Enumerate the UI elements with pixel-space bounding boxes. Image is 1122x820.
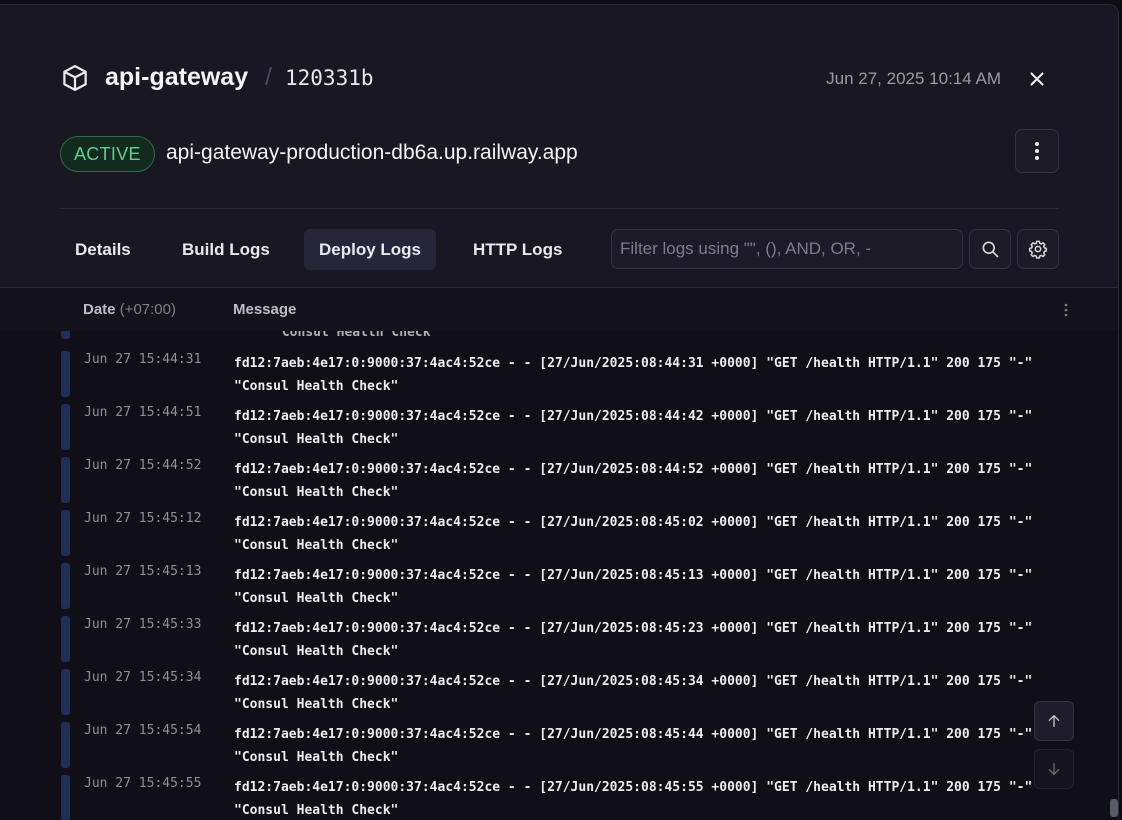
log-message: fd12:7aeb:4e17:0:9000:37:4ac4:52ce - - […: [234, 568, 1041, 606]
log-row[interactable]: Jun 27 15:44:52 fd12:7aeb:4e17:0:9000:37:…: [0, 457, 1118, 507]
log-date: Jun 27 15:45:54: [84, 723, 202, 738]
cube-icon: [63, 65, 87, 91]
tab-http-logs[interactable]: HTTP Logs: [458, 229, 577, 270]
log-row-marker: [61, 563, 70, 609]
tab-deploy-logs[interactable]: Deploy Logs: [304, 229, 437, 270]
log-row[interactable]: Jun 27 15:45:13 fd12:7aeb:4e17:0:9000:37:…: [0, 563, 1118, 613]
log-date: Jun 27 15:44:51: [84, 405, 202, 420]
log-list[interactable]: "Consul Health Check" Jun 27 15:44:31 fd1…: [0, 331, 1118, 820]
column-message: Message: [233, 301, 297, 318]
log-date: Jun 27 15:45:34: [84, 670, 202, 685]
log-row-marker: [61, 404, 70, 450]
log-message: fd12:7aeb:4e17:0:9000:37:4ac4:52ce - - […: [234, 674, 1041, 712]
arrow-down-icon: [1048, 763, 1060, 775]
log-table-header: Date (+07:00) Message: [0, 287, 1118, 331]
gear-icon: [1028, 240, 1048, 259]
log-row[interactable]: Jun 27 15:44:51 fd12:7aeb:4e17:0:9000:37:…: [0, 404, 1118, 454]
log-row[interactable]: Jun 27 15:45:34 fd12:7aeb:4e17:0:9000:37:…: [0, 669, 1118, 719]
panel-header: api-gateway / 120331b Jun 27, 2025 10:14…: [60, 61, 1058, 101]
log-row-marker: [61, 510, 70, 556]
log-date: Jun 27 15:44:31: [84, 352, 202, 367]
log-row-marker: [61, 457, 70, 503]
column-date-timezone: (+07:00): [119, 301, 176, 318]
log-row[interactable]: Jun 27 15:45:12 fd12:7aeb:4e17:0:9000:37:…: [0, 510, 1118, 560]
deploy-timestamp: Jun 27, 2025 10:14 AM: [826, 69, 1001, 88]
scroll-bottom-button[interactable]: [1034, 749, 1074, 789]
log-row-marker: [61, 722, 70, 768]
column-date: Date (+07:00): [83, 301, 176, 318]
more-options-button[interactable]: [1015, 129, 1059, 173]
log-message: fd12:7aeb:4e17:0:9000:37:4ac4:52ce - - […: [234, 409, 1041, 447]
tab-details[interactable]: Details: [60, 229, 146, 270]
log-row[interactable]: Jun 27 15:44:31 fd12:7aeb:4e17:0:9000:37:…: [0, 351, 1118, 401]
log-message: fd12:7aeb:4e17:0:9000:37:4ac4:52ce - - […: [234, 462, 1041, 500]
log-filter-input[interactable]: [611, 229, 963, 269]
arrow-up-icon: [1048, 715, 1060, 727]
close-icon[interactable]: [1026, 68, 1048, 90]
log-message: fd12:7aeb:4e17:0:9000:37:4ac4:52ce - - […: [234, 621, 1041, 659]
log-row-marker: [61, 669, 70, 715]
log-date: Jun 27 15:45:55: [84, 776, 202, 791]
log-date: Jun 27 15:45:13: [84, 564, 202, 579]
log-partial-line: "Consul Health Check": [274, 331, 439, 340]
divider: [60, 208, 1058, 209]
log-message: fd12:7aeb:4e17:0:9000:37:4ac4:52ce - - […: [234, 780, 1033, 818]
log-row-marker: [61, 775, 70, 820]
log-date: Jun 27 15:44:52: [84, 458, 202, 473]
tab-build-logs[interactable]: Build Logs: [167, 229, 285, 270]
log-row-marker: [61, 331, 70, 339]
more-vertical-icon: [1035, 142, 1039, 160]
log-message: fd12:7aeb:4e17:0:9000:37:4ac4:52ce - - […: [234, 727, 1033, 765]
breadcrumb-separator: /: [265, 63, 272, 91]
search-button[interactable]: [969, 229, 1011, 269]
log-message: fd12:7aeb:4e17:0:9000:37:4ac4:52ce - - […: [234, 515, 1041, 553]
log-row[interactable]: Jun 27 15:45:54 fd12:7aeb:4e17:0:9000:37:…: [0, 722, 1118, 772]
log-row-marker: [61, 351, 70, 397]
deployment-panel: api-gateway / 120331b Jun 27, 2025 10:14…: [0, 4, 1119, 820]
log-date: Jun 27 15:45:33: [84, 617, 202, 632]
log-row[interactable]: Jun 27 15:45:33 fd12:7aeb:4e17:0:9000:37:…: [0, 616, 1118, 666]
scroll-top-button[interactable]: [1034, 701, 1074, 741]
service-name: api-gateway: [105, 63, 249, 91]
status-badge: ACTIVE: [60, 136, 155, 172]
log-row[interactable]: Jun 27 15:45:55 fd12:7aeb:4e17:0:9000:37:…: [0, 775, 1118, 820]
scrollbar-thumb[interactable]: [1110, 799, 1118, 817]
log-row-marker: [61, 616, 70, 662]
column-menu-icon[interactable]: [1064, 303, 1068, 317]
domain-link[interactable]: api-gateway-production-db6a.up.railway.a…: [166, 141, 578, 165]
commit-hash: 120331b: [285, 66, 374, 90]
settings-button[interactable]: [1017, 229, 1059, 269]
log-date: Jun 27 15:45:12: [84, 511, 202, 526]
log-message: fd12:7aeb:4e17:0:9000:37:4ac4:52ce - - […: [234, 356, 1041, 394]
search-icon: [982, 241, 999, 258]
